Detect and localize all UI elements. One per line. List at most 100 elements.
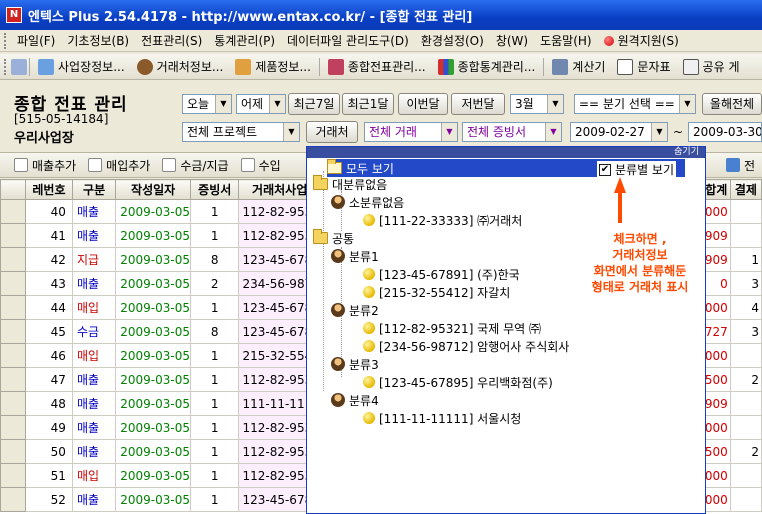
tree-node-major-none[interactable]: 대분류없음 <box>313 175 387 193</box>
cell-type[interactable]: 매입 <box>71 343 117 368</box>
cell-total[interactable]: 000 <box>701 415 731 440</box>
menu-help[interactable]: 도움말(H) <box>534 31 598 51</box>
cell-payment[interactable]: 3 <box>729 319 762 344</box>
cell-no[interactable]: 45 <box>24 319 73 344</box>
cell-evidence[interactable]: 1 <box>189 463 240 488</box>
cell-date[interactable]: 2009-03-05 <box>115 343 191 368</box>
settings-icon[interactable] <box>11 58 27 75</box>
cell-payment[interactable]: 2 <box>729 439 762 464</box>
menu-grip[interactable] <box>4 32 7 49</box>
cell-evidence[interactable]: 1 <box>189 367 240 392</box>
cell-total[interactable]: 727 <box>701 319 731 344</box>
cell-payment[interactable]: 2 <box>729 367 762 392</box>
evidence-select[interactable]: 전체 증빙서 ▼ <box>462 122 562 142</box>
row-selector[interactable] <box>0 199 26 224</box>
tree-node-vendor[interactable]: [123-45-67891] (주)한국 <box>363 265 520 283</box>
cell-total[interactable]: 909 <box>701 223 731 248</box>
cell-payment[interactable] <box>729 463 762 488</box>
cell-payment[interactable] <box>729 199 762 224</box>
cell-payment[interactable]: 1 <box>729 247 762 272</box>
cell-type[interactable]: 매출 <box>71 199 117 224</box>
cell-evidence[interactable]: 1 <box>189 391 240 416</box>
cell-type[interactable]: 매출 <box>71 439 117 464</box>
cell-no[interactable]: 48 <box>24 391 73 416</box>
row-selector[interactable] <box>0 463 26 488</box>
yesterday-select[interactable]: 어제 ▼ <box>236 94 286 114</box>
cell-payment[interactable] <box>729 343 762 368</box>
row-selector[interactable] <box>0 343 26 368</box>
cell-no[interactable]: 43 <box>24 271 73 296</box>
cell-evidence[interactable]: 8 <box>189 247 240 272</box>
cell-no[interactable]: 47 <box>24 367 73 392</box>
vendor-button[interactable]: 거래처 <box>306 121 358 143</box>
cell-evidence[interactable]: 8 <box>189 319 240 344</box>
cell-no[interactable]: 41 <box>24 223 73 248</box>
menu-basic-info[interactable]: 기초정보(B) <box>61 31 135 51</box>
tree-node-vendor[interactable]: [112-82-95321] 국제 무역 ㈜ <box>363 319 541 337</box>
tree-node-minor-none[interactable]: 소분류없음 <box>331 193 404 211</box>
row-selector[interactable] <box>0 319 26 344</box>
cell-payment[interactable] <box>729 223 762 248</box>
last-7-days-button[interactable]: 최근7일 <box>288 93 340 115</box>
popup-hide-bar[interactable]: 숨기기 <box>307 147 705 158</box>
cell-date[interactable]: 2009-03-05 <box>115 247 191 272</box>
cell-payment[interactable]: 3 <box>729 271 762 296</box>
deal-select[interactable]: 전체 거래 ▼ <box>364 122 458 142</box>
tree-node-vendor[interactable]: [111-11-11111] 서울시청 <box>363 409 521 427</box>
cell-evidence[interactable]: 1 <box>189 199 240 224</box>
row-selector[interactable] <box>0 223 26 248</box>
cell-total[interactable]: 000 <box>701 295 731 320</box>
cell-evidence[interactable]: 1 <box>189 439 240 464</box>
this-year-button[interactable]: 올해전체 <box>702 93 762 115</box>
cell-payment[interactable] <box>729 487 762 512</box>
import-button[interactable]: 수입 <box>235 157 287 174</box>
tree-node-category-3[interactable]: 분류3 <box>331 355 379 373</box>
tree-node-vendor[interactable]: [234-56-98712] 암행어사 주식회사 <box>363 337 569 355</box>
tree-node-vendor[interactable]: [215-32-55412] 자갈치 <box>363 283 510 301</box>
cell-type[interactable]: 매출 <box>71 415 117 440</box>
cell-date[interactable]: 2009-03-05 <box>115 223 191 248</box>
shortcut-vendor-info[interactable]: 거래처정보... <box>131 56 230 78</box>
cell-total[interactable]: 000 <box>701 343 731 368</box>
menu-statistics[interactable]: 통계관리(P) <box>208 31 281 51</box>
tree-node-category-2[interactable]: 분류2 <box>331 301 379 319</box>
cell-total[interactable]: 909 <box>701 247 731 272</box>
cell-no[interactable]: 42 <box>24 247 73 272</box>
cell-evidence[interactable]: 1 <box>189 415 240 440</box>
menu-remote-support[interactable]: 원격지원(S) <box>598 31 685 51</box>
menu-voucher[interactable]: 전표관리(S) <box>135 31 208 51</box>
shortcut-voucher-manage[interactable]: 종합전표관리... <box>322 56 432 78</box>
cell-date[interactable]: 2009-03-05 <box>115 271 191 296</box>
shortcut-share[interactable]: 공유 게 <box>677 56 746 78</box>
cell-payment[interactable] <box>729 415 762 440</box>
tree-node-category-4[interactable]: 분류4 <box>331 391 379 409</box>
cell-date[interactable]: 2009-03-05 <box>115 367 191 392</box>
row-selector[interactable] <box>0 391 26 416</box>
cell-total[interactable]: 000 <box>701 199 731 224</box>
quarter-select[interactable]: == 분기 선택 == ▼ <box>574 94 696 114</box>
row-selector[interactable] <box>0 415 26 440</box>
shortcut-char-map[interactable]: 문자표 <box>611 56 676 78</box>
tree-node-vendor[interactable]: [111-22-33333] ㈜거래처 <box>363 211 522 229</box>
cell-type[interactable]: 매출 <box>71 487 117 512</box>
cell-total[interactable]: 500 <box>701 439 731 464</box>
date-to-field[interactable]: 2009-03-30 <box>688 122 762 142</box>
project-select[interactable]: 전체 프로젝트 ▼ <box>182 122 300 142</box>
cell-date[interactable]: 2009-03-05 <box>115 199 191 224</box>
cell-date[interactable]: 2009-03-05 <box>115 415 191 440</box>
cell-total[interactable]: 000 <box>701 487 731 512</box>
cell-total[interactable]: 000 <box>701 463 731 488</box>
cell-no[interactable]: 51 <box>24 463 73 488</box>
row-selector[interactable] <box>0 487 26 512</box>
shortcut-stats-manage[interactable]: 종합통계관리... <box>432 56 542 78</box>
cell-type[interactable]: 지급 <box>71 247 117 272</box>
cell-date[interactable]: 2009-03-05 <box>115 319 191 344</box>
cell-no[interactable]: 44 <box>24 295 73 320</box>
cell-total[interactable]: 500 <box>701 367 731 392</box>
date-from-field[interactable]: 2009-02-27 ▼ <box>570 122 668 142</box>
cell-no[interactable]: 40 <box>24 199 73 224</box>
row-selector[interactable] <box>0 367 26 392</box>
cell-type[interactable]: 매입 <box>71 295 117 320</box>
cell-evidence[interactable]: 1 <box>189 295 240 320</box>
tree-node-category-1[interactable]: 분류1 <box>331 247 379 265</box>
